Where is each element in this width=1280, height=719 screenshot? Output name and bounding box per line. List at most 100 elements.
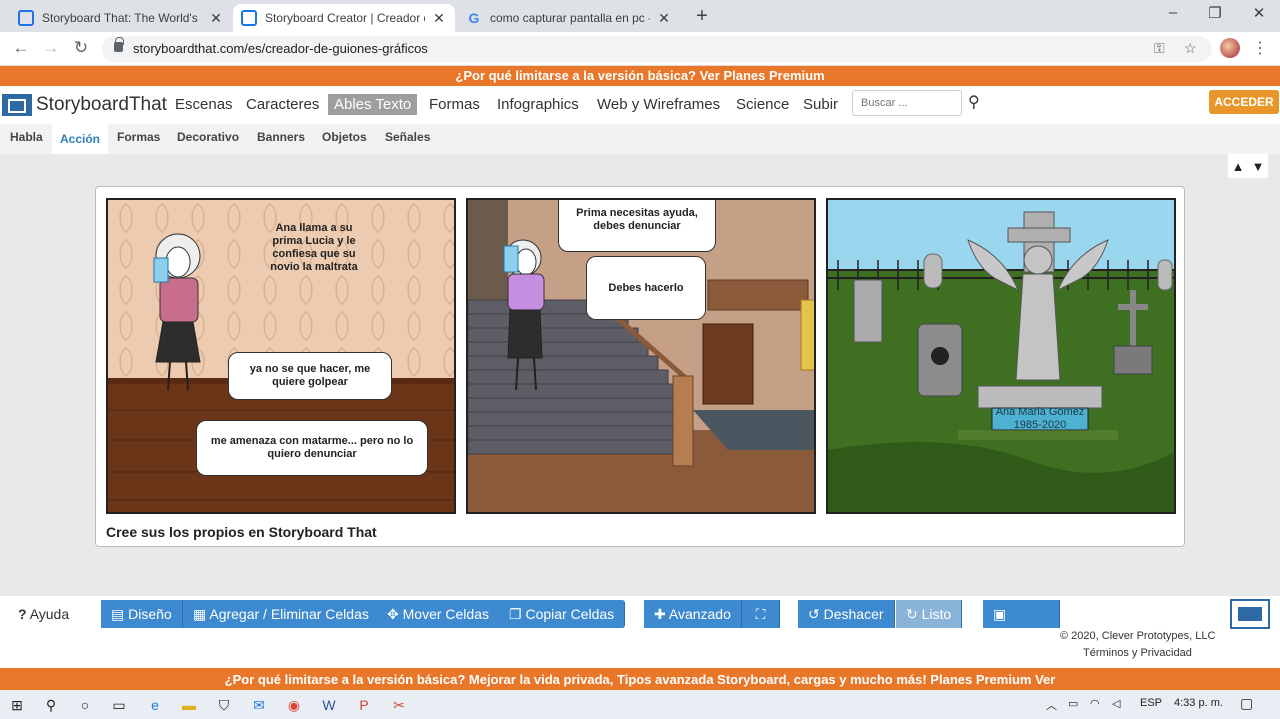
browser-tab-storyboardthat[interactable]: Storyboard That: The World's Bes ✕	[10, 4, 232, 32]
reload-icon[interactable]: ↻	[70, 38, 92, 58]
fullscreen-button[interactable]: ⛶	[742, 600, 780, 628]
premium-promo-banner-top[interactable]: ¿Por qué limitarse a la versión básica? …	[0, 66, 1280, 86]
advanced-label: Avanzado	[668, 606, 731, 622]
task-view-icon[interactable]: ▭	[110, 696, 128, 714]
help-label: Ayuda	[29, 606, 70, 622]
storyboardthat-favicon-icon	[18, 10, 34, 26]
browser-tab-google[interactable]: G como capturar pantalla en pc - B ✕	[458, 4, 680, 32]
chrome-icon[interactable]: ◉	[285, 696, 303, 714]
expand-icon: ⛶	[755, 606, 766, 622]
advanced-button[interactable]: ✚ Avanzado	[644, 600, 742, 628]
close-tab-icon[interactable]: ✕	[656, 10, 672, 27]
plus-icon: ✚	[654, 606, 666, 622]
nav-caracteres[interactable]: Caracteres	[246, 96, 319, 113]
copy-cells-button[interactable]: ❐ Copiar Celdas	[499, 600, 626, 628]
profile-avatar[interactable]	[1220, 38, 1240, 58]
nav-infographics[interactable]: Infographics	[497, 96, 579, 113]
tab-title: como capturar pantalla en pc - B	[490, 11, 650, 25]
subnav-banners[interactable]: Banners	[257, 130, 305, 144]
store-icon[interactable]: ⛉	[215, 696, 233, 714]
back-arrow-icon[interactable]: ←	[10, 38, 32, 58]
storyboard-corner-logo-icon[interactable]	[1230, 599, 1270, 629]
premium-promo-banner-bottom[interactable]: ¿Por qué limitarse a la versión básica? …	[0, 668, 1280, 690]
file-explorer-icon[interactable]: ▬	[180, 696, 198, 714]
logo-text: StoryboardThat	[36, 94, 167, 115]
close-tab-icon[interactable]: ✕	[431, 10, 447, 27]
storyboard-cell-2[interactable]: Prima necesitas ayuda, debes denunciar D…	[466, 198, 816, 514]
volume-icon[interactable]: ◁	[1112, 697, 1120, 710]
terms-link[interactable]: Términos y Privacidad	[1083, 647, 1192, 659]
subnav-senales[interactable]: Señales	[385, 130, 430, 144]
clock[interactable]: 4:33 p. m.	[1174, 697, 1223, 709]
undo-label: Deshacer	[823, 606, 884, 622]
nav-escenas[interactable]: Escenas	[175, 96, 233, 113]
subnav-decorativo[interactable]: Decorativo	[177, 130, 239, 144]
add-remove-cells-button[interactable]: ▦ Agregar / Eliminar Celdas	[183, 600, 380, 628]
browser-tab-creator[interactable]: Storyboard Creator | Creador de ✕	[233, 4, 455, 32]
notifications-icon[interactable]: ▢	[1240, 695, 1253, 712]
minimize-button[interactable]: –	[1158, 4, 1188, 21]
site-header: StoryboardThat Escenas Caracteres Ables …	[0, 86, 1280, 124]
subnav-formas[interactable]: Formas	[117, 130, 160, 144]
wifi-icon[interactable]: ◠	[1090, 697, 1100, 710]
cortana-icon[interactable]: ○	[76, 696, 94, 714]
browser-menu-icon[interactable]: ⋮	[1252, 38, 1268, 58]
arrow-down-icon[interactable]: ▼	[1252, 159, 1265, 174]
speech-bubble[interactable]: me amenaza con matarme... pero no lo qui…	[196, 420, 428, 476]
search-taskbar-icon[interactable]: ⚲	[42, 696, 60, 714]
language-indicator[interactable]: ESP	[1140, 697, 1162, 709]
layout-button[interactable]: ▤ Diseño	[101, 600, 183, 628]
speech-bubble[interactable]: Debes hacerlo	[586, 256, 706, 320]
nav-formas[interactable]: Formas	[429, 96, 480, 113]
search-icon[interactable]: ⚲	[968, 92, 980, 112]
storyboard-cell-1[interactable]: Ana llama a su prima Lucia y le confiesa…	[106, 198, 456, 514]
mail-icon[interactable]: ✉	[250, 696, 268, 714]
save-button[interactable]: ▣ Salvar	[983, 600, 1060, 650]
storyboardthat-logo[interactable]: StoryboardThat	[2, 94, 167, 116]
storyboard-logo-icon	[2, 94, 32, 116]
cell-1-caption[interactable]: Ana llama a su prima Lucia y le confiesa…	[268, 222, 360, 274]
redo-button[interactable]: ↻ Listo	[896, 600, 963, 628]
maximize-button[interactable]: ❐	[1200, 4, 1230, 22]
nav-ables-texto[interactable]: Ables Texto	[328, 94, 418, 115]
login-button[interactable]: ACCEDER	[1209, 90, 1279, 114]
speech-bubble[interactable]: ya no se que hacer, me quiere golpear	[228, 352, 392, 400]
subnav-habla[interactable]: Habla	[10, 130, 43, 144]
close-window-button[interactable]: ✕	[1244, 4, 1274, 22]
collapse-controls: ▲ ▼	[1228, 154, 1268, 178]
move-cells-label: Mover Celdas	[402, 606, 489, 622]
storyboard-footer-link[interactable]: Cree sus los propios en Storyboard That	[106, 524, 377, 540]
nav-subir[interactable]: Subir	[803, 96, 838, 113]
undo-button[interactable]: ↺ Deshacer	[798, 600, 895, 628]
nav-science[interactable]: Science	[736, 96, 789, 113]
google-favicon-icon: G	[468, 10, 480, 26]
powerpoint-icon[interactable]: P	[355, 696, 373, 714]
arrow-up-icon[interactable]: ▲	[1232, 159, 1245, 174]
new-tab-button[interactable]: +	[690, 5, 714, 28]
forward-arrow-icon[interactable]: →	[40, 38, 62, 58]
subnav-objetos[interactable]: Objetos	[322, 130, 367, 144]
help-link[interactable]: ? Ayuda	[18, 606, 69, 622]
editor-toolbar: ? Ayuda ▤ Diseño ▦ Agregar / Eliminar Ce…	[0, 596, 1280, 668]
omnibox[interactable]: storyboardthat.com/es/creador-de-guiones…	[102, 36, 1212, 62]
bookmark-star-icon[interactable]: ☆	[1184, 40, 1197, 57]
redo-label: Listo	[921, 606, 952, 622]
windows-start-icon[interactable]: ⊞	[8, 696, 26, 714]
tab-title: Storyboard Creator | Creador de	[265, 11, 425, 25]
storyboard-cell-3[interactable]: Ana Maria Gomez 1985-2020	[826, 198, 1176, 514]
snip-tool-icon[interactable]: ✂	[390, 696, 408, 714]
gravestone-plaque-text[interactable]: Ana Maria Gomez 1985-2020	[992, 406, 1088, 432]
tray-chevron-icon[interactable]: ︿	[1046, 697, 1057, 713]
edge-icon[interactable]: e	[146, 696, 164, 714]
subnav-accion[interactable]: Acción	[52, 124, 109, 154]
speech-bubble[interactable]: Prima necesitas ayuda, debes denunciar	[558, 200, 716, 252]
nav-web-wireframes[interactable]: Web y Wireframes	[597, 96, 720, 113]
lock-icon	[114, 37, 124, 52]
search-input[interactable]	[852, 90, 962, 116]
battery-icon[interactable]: ▭	[1068, 697, 1078, 710]
key-icon[interactable]: ⚿	[1154, 40, 1165, 57]
move-cells-button[interactable]: ✥ Mover Celdas	[377, 600, 500, 628]
close-tab-icon[interactable]: ✕	[208, 10, 224, 27]
question-icon: ?	[18, 606, 27, 622]
word-icon[interactable]: W	[320, 696, 338, 714]
